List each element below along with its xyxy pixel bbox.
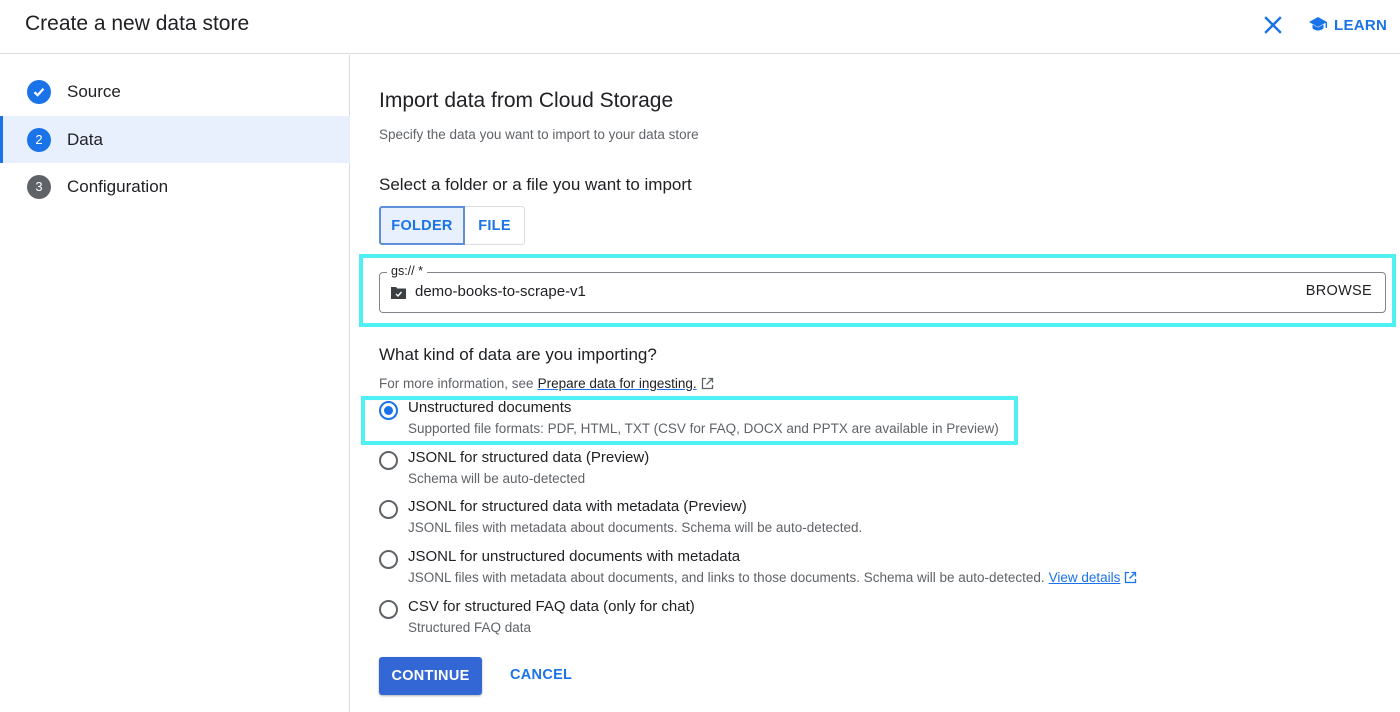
- radio-button[interactable]: [379, 600, 398, 619]
- close-icon: [1264, 16, 1282, 34]
- section-subtitle: Specify the data you want to import to y…: [379, 127, 699, 142]
- step-number: 2: [27, 127, 51, 152]
- option-csv-faq[interactable]: CSV for structured FAQ data (only for ch…: [379, 598, 1379, 642]
- radio-button[interactable]: [379, 401, 398, 420]
- data-kind-heading: What kind of data are you importing?: [379, 345, 657, 364]
- gs-path-label: gs:// *: [387, 264, 427, 278]
- open-in-new-icon: [701, 377, 713, 390]
- step-data[interactable]: 2 Data: [0, 116, 350, 163]
- folder-toggle-button[interactable]: FOLDER: [379, 206, 465, 245]
- option-title: JSONL for unstructured documents with me…: [408, 548, 741, 565]
- option-jsonl-unstructured-metadata[interactable]: JSONL for unstructured documents with me…: [379, 548, 1379, 592]
- continue-button[interactable]: CONTINUE: [379, 657, 482, 695]
- option-title: JSONL for structured data with metadata …: [408, 498, 747, 515]
- step-label: Source: [67, 81, 121, 101]
- step-configuration[interactable]: 3 Configuration: [0, 163, 350, 210]
- option-title: CSV for structured FAQ data (only for ch…: [408, 598, 695, 615]
- radio-button[interactable]: [379, 451, 398, 470]
- option-description: Schema will be auto-detected: [408, 471, 586, 486]
- browse-button[interactable]: BROWSE: [1306, 283, 1372, 299]
- learn-button[interactable]: LEARN: [1308, 13, 1387, 37]
- step-number: 3: [27, 174, 51, 199]
- cancel-button[interactable]: CANCEL: [510, 667, 572, 683]
- option-jsonl-structured[interactable]: JSONL for structured data (Preview) Sche…: [379, 449, 1379, 493]
- option-description: Structured FAQ data: [408, 620, 532, 635]
- close-button[interactable]: [1260, 12, 1286, 38]
- gs-path-input[interactable]: [415, 283, 1215, 300]
- radio-button[interactable]: [379, 500, 398, 519]
- step-label: Data: [67, 129, 103, 149]
- folder-file-toggle: FOLDER FILE: [379, 206, 525, 245]
- check-circle-icon: [27, 79, 51, 104]
- option-unstructured-documents[interactable]: Unstructured documents Supported file fo…: [379, 399, 1379, 443]
- file-toggle-button[interactable]: FILE: [465, 206, 525, 245]
- info-prefix: For more information, see: [379, 376, 534, 391]
- view-details-link[interactable]: View details: [1049, 570, 1121, 585]
- page-header: Create a new data store LEARN: [0, 0, 1400, 54]
- stepper-sidebar: Source 2 Data 3 Configuration: [0, 55, 350, 712]
- option-jsonl-structured-metadata[interactable]: JSONL for structured data with metadata …: [379, 498, 1379, 542]
- gs-path-field[interactable]: gs:// * BROWSE: [379, 264, 1386, 313]
- select-heading: Select a folder or a file you want to im…: [379, 175, 692, 194]
- folder-icon: [391, 287, 406, 299]
- option-title: Unstructured documents: [408, 399, 572, 416]
- step-source[interactable]: Source: [0, 68, 350, 115]
- open-in-new-icon: [1125, 571, 1137, 584]
- prepare-data-link[interactable]: Prepare data for ingesting.: [538, 376, 697, 391]
- option-description: JSONL files with metadata about document…: [408, 570, 1045, 585]
- option-description: Supported file formats: PDF, HTML, TXT (…: [408, 421, 999, 436]
- page-title: Create a new data store: [25, 12, 250, 35]
- info-text: For more information, see Prepare data f…: [379, 376, 714, 391]
- learn-label: LEARN: [1334, 16, 1388, 34]
- option-description: JSONL files with metadata about document…: [408, 520, 863, 535]
- option-title: JSONL for structured data (Preview): [408, 449, 650, 466]
- option-description-row: JSONL files with metadata about document…: [408, 570, 1137, 585]
- section-title: Import data from Cloud Storage: [379, 89, 674, 112]
- radio-button[interactable]: [379, 550, 398, 569]
- step-label: Configuration: [67, 176, 169, 196]
- school-icon: [1309, 17, 1327, 31]
